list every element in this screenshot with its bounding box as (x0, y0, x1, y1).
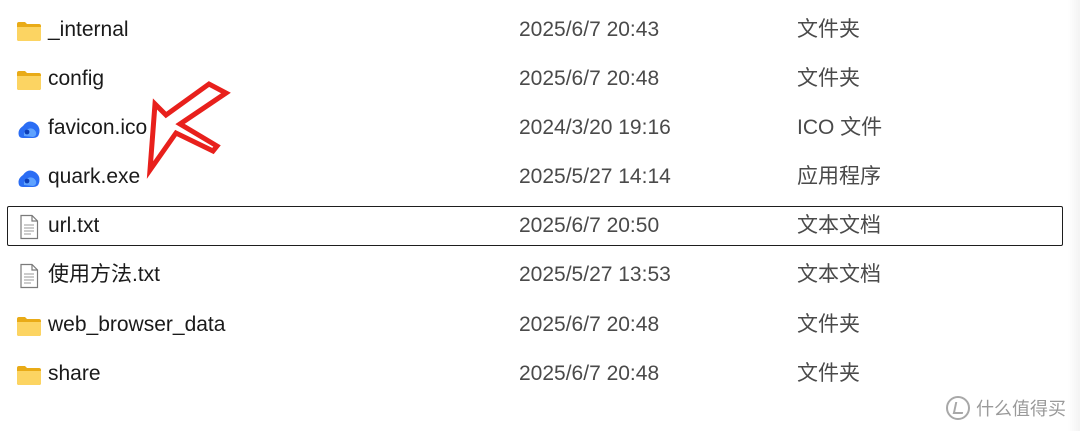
folder-icon (16, 313, 42, 339)
file-type: 应用程序 (797, 165, 881, 188)
file-type: 文本文档 (797, 214, 881, 237)
file-type: 文件夹 (797, 67, 860, 90)
text-file-icon (16, 214, 42, 240)
file-name: web_browser_data (48, 313, 226, 336)
folder-icon (16, 18, 42, 44)
smzdm-logo-icon (946, 396, 970, 420)
file-name: config (48, 67, 105, 90)
watermark: 什么值得买 (946, 395, 1066, 421)
file-row-usage-txt[interactable]: 使用方法.txt 2025/5/27 13:53 文本文档 (7, 255, 1063, 295)
file-date: 2025/5/27 13:53 (519, 263, 671, 286)
folder-icon (16, 67, 42, 93)
watermark-text: 什么值得买 (976, 399, 1066, 420)
file-row-web-browser-data[interactable]: web_browser_data 2025/6/7 20:48 文件夹 (7, 305, 1063, 345)
file-row-share[interactable]: share 2025/6/7 20:48 文件夹 (7, 354, 1063, 394)
file-row-config[interactable]: config 2025/6/7 20:48 文件夹 (7, 59, 1063, 99)
file-row-url-txt[interactable]: url.txt 2025/6/7 20:50 文本文档 (7, 206, 1063, 246)
file-date: 2025/6/7 20:48 (519, 313, 660, 336)
file-name: 使用方法.txt (48, 263, 161, 286)
file-type: 文件夹 (797, 313, 860, 336)
file-date: 2025/5/27 14:14 (519, 165, 671, 188)
file-name: quark.exe (48, 165, 141, 188)
file-row-internal[interactable]: _internal 2025/6/7 20:43 文件夹 (7, 10, 1063, 50)
file-type: 文件夹 (797, 18, 860, 41)
file-type: 文件夹 (797, 362, 860, 385)
file-type: 文本文档 (797, 263, 881, 286)
quark-app-icon (16, 116, 42, 142)
file-date: 2025/6/7 20:43 (519, 18, 660, 41)
file-date: 2024/3/20 19:16 (519, 116, 671, 139)
scrollbar-track[interactable] (1068, 0, 1080, 431)
file-type: ICO 文件 (797, 116, 883, 139)
file-date: 2025/6/7 20:48 (519, 362, 660, 385)
file-date: 2025/6/7 20:48 (519, 67, 660, 90)
folder-icon (16, 362, 42, 388)
file-name: share (48, 362, 101, 385)
text-file-icon (16, 263, 42, 289)
file-row-quark-exe[interactable]: quark.exe 2025/5/27 14:14 应用程序 (7, 157, 1063, 197)
file-name: url.txt (48, 214, 100, 237)
file-row-favicon[interactable]: favicon.ico 2024/3/20 19:16 ICO 文件 (7, 108, 1063, 148)
file-date: 2025/6/7 20:50 (519, 214, 660, 237)
file-name: _internal (48, 18, 129, 41)
file-name: favicon.ico (48, 116, 148, 139)
quark-app-icon (16, 165, 42, 191)
